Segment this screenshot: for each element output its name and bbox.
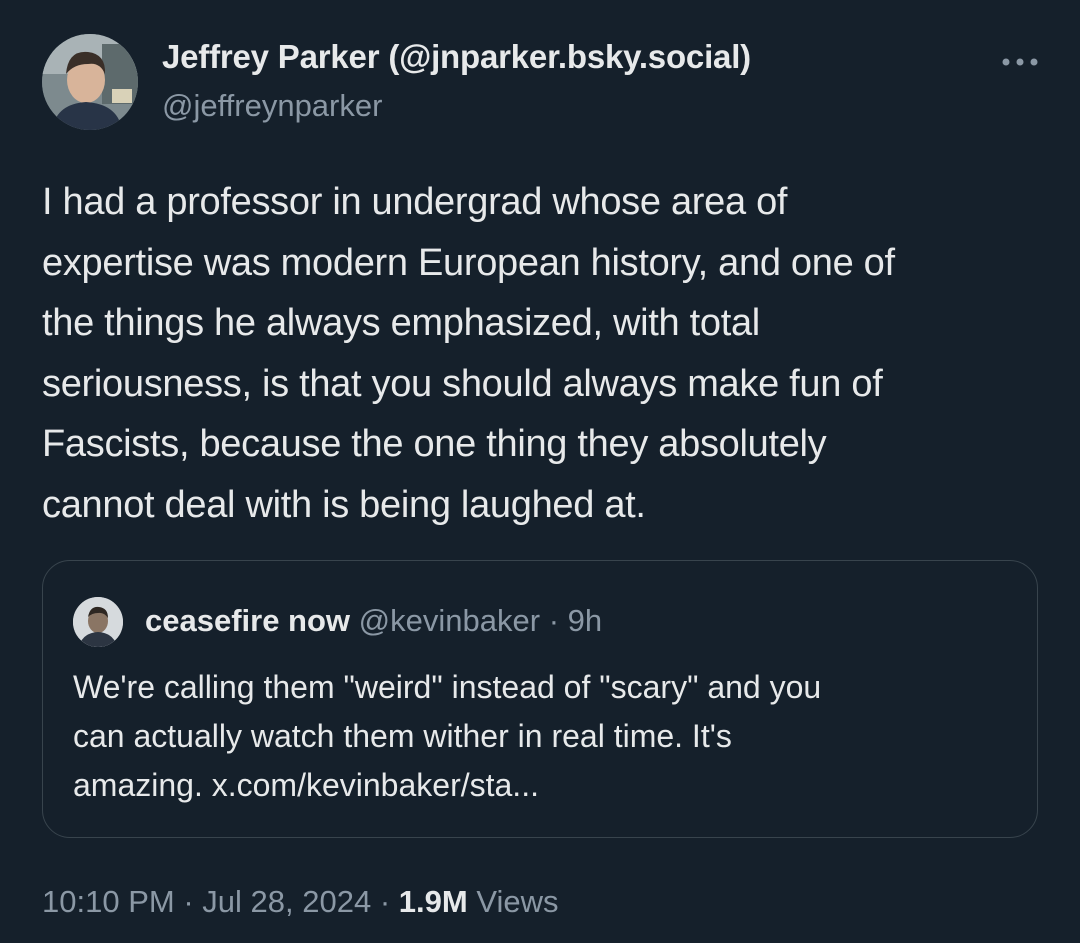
quoted-tweet-text: We're calling them "weird" instead of "s… xyxy=(73,669,822,803)
tweet-footer: 10:10 PM · Jul 28, 2024 · 1.9M Views xyxy=(42,884,558,920)
quoted-author-handle[interactable]: @kevinbaker xyxy=(359,603,540,638)
views-label: Views xyxy=(476,884,559,919)
quoted-author-display-name[interactable]: ceasefire now xyxy=(145,603,350,638)
views-count[interactable]: 1.9M xyxy=(399,884,468,919)
quoted-tweet-age[interactable]: 9h xyxy=(568,603,602,638)
author-avatar[interactable] xyxy=(42,34,138,130)
quoted-meta-separator: · xyxy=(548,603,560,638)
tweet-text: I had a professor in undergrad whose are… xyxy=(42,181,895,526)
footer-separator: · xyxy=(379,884,391,919)
quoted-tweet-header: ceasefire now @kevinbaker · 9h xyxy=(145,603,602,639)
author-display-name[interactable]: Jeffrey Parker (@jnparker.bsky.social) xyxy=(162,38,751,76)
tweet: Jeffrey Parker (@jnparker.bsky.social) @… xyxy=(0,0,1080,943)
author-handle[interactable]: @jeffreynparker xyxy=(162,88,382,124)
footer-separator: · xyxy=(183,884,194,919)
quoted-author-avatar[interactable] xyxy=(73,597,123,647)
more-options-button[interactable] xyxy=(996,48,1044,76)
more-horizontal-icon xyxy=(1002,58,1038,66)
quoted-tweet-card[interactable]: ceasefire now @kevinbaker · 9h We're cal… xyxy=(42,560,1038,838)
tweet-time[interactable]: 10:10 PM xyxy=(42,884,175,919)
tweet-date[interactable]: Jul 28, 2024 xyxy=(202,884,371,919)
